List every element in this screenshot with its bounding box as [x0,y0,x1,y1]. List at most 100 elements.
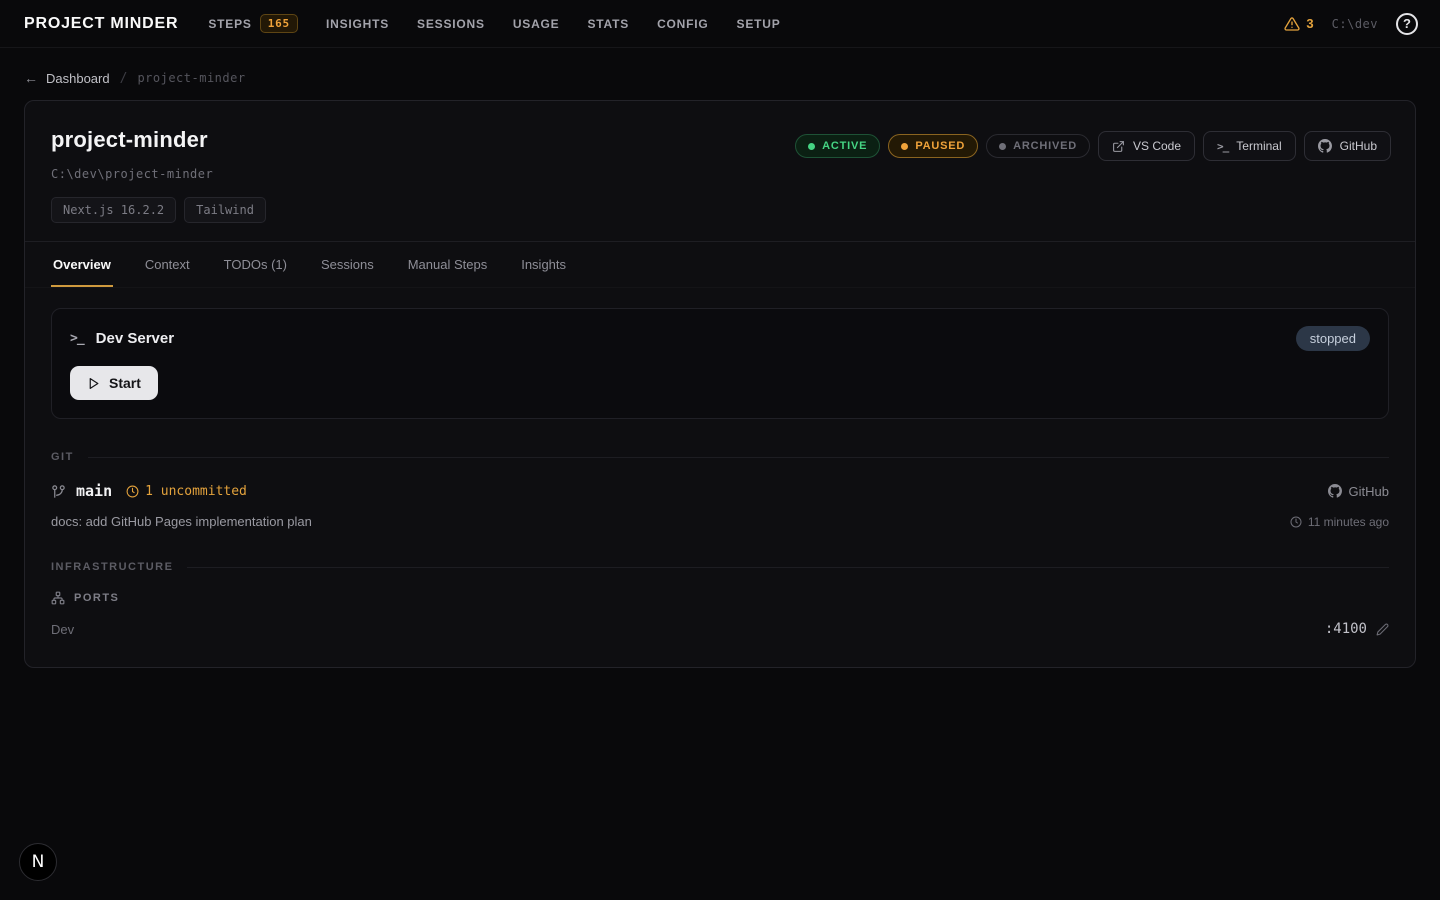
terminal-icon: >_ [70,331,84,346]
arrow-left-icon: ← [24,70,38,86]
nav-item-usage[interactable]: USAGE [513,17,560,31]
section-divider [187,567,1389,568]
git-branch-icon [51,484,66,499]
dev-server-header: >_ Dev Server stopped [70,326,1370,351]
status-toggle-active[interactable]: ACTIVE [795,134,880,158]
git-branch-name: main [76,482,112,500]
project-path: C:\dev\project-minder [51,167,266,181]
ports-label: PORTS [74,592,119,604]
dev-server-title: Dev Server [96,330,174,347]
github-icon [1328,484,1342,498]
breadcrumb-current: project-minder [137,71,245,85]
nav-item-label: STEPS [208,17,251,31]
tech-badge-nextjs: Next.js 16.2.2 [51,197,176,223]
top-bar: PROJECT MINDER STEPS 165 INSIGHTS SESSIO… [0,0,1440,48]
tab-manual-steps[interactable]: Manual Steps [406,242,490,287]
nav-item-setup[interactable]: SETUP [737,17,781,31]
start-button-label: Start [109,375,141,391]
nav-item-config[interactable]: CONFIG [657,17,708,31]
breadcrumb: ← Dashboard / project-minder [0,48,1440,100]
warning-count: 3 [1306,16,1313,31]
cwd-path: C:\dev [1332,17,1378,31]
uncommitted-indicator: 1 uncommitted [126,484,247,499]
project-card-header: project-minder C:\dev\project-minder Nex… [25,101,1415,241]
status-toggle-paused[interactable]: PAUSED [888,134,978,158]
status-label: ACTIVE [822,140,867,152]
vscode-button-label: VS Code [1133,139,1181,153]
clock-icon [126,485,139,498]
breadcrumb-back-label: Dashboard [46,71,110,86]
commit-message: docs: add GitHub Pages implementation pl… [51,514,312,529]
app-logo: PROJECT MINDER [24,15,178,33]
open-github-button[interactable]: GitHub [1304,131,1391,161]
nextjs-devtools-button[interactable]: N [19,843,57,881]
port-value: :4100 [1325,621,1367,637]
tab-insights[interactable]: Insights [519,242,568,287]
port-row-dev: Dev :4100 [51,621,1389,637]
tech-badges: Next.js 16.2.2 Tailwind [51,197,266,223]
uncommitted-count-label: 1 uncommitted [145,484,247,499]
github-remote-link[interactable]: GitHub [1328,484,1389,499]
topbar-right: 3 C:\dev ? [1284,13,1418,35]
git-section-header: GIT [51,451,1389,463]
steps-count-badge: 165 [260,14,298,33]
header-actions: ACTIVE PAUSED ARCHIVED VS Code >_ Termin… [795,127,1391,161]
breadcrumb-back-link[interactable]: ← Dashboard [24,70,110,86]
dev-server-status-badge: stopped [1296,326,1370,351]
clock-icon [1290,516,1302,528]
breadcrumb-separator: / [120,71,128,86]
dev-server-title-group: >_ Dev Server [70,330,174,347]
port-name: Dev [51,622,74,637]
tech-badge-tailwind: Tailwind [184,197,266,223]
git-branch-info: main 1 uncommitted [51,482,247,500]
commit-time-label: 11 minutes ago [1308,515,1389,529]
pencil-icon [1376,623,1389,636]
status-dot-icon [901,143,908,150]
section-divider [88,457,1389,458]
open-vscode-button[interactable]: VS Code [1098,131,1195,161]
overview-tab-content: >_ Dev Server stopped Start GIT [25,288,1415,667]
project-card: project-minder C:\dev\project-minder Nex… [24,100,1416,668]
tab-overview[interactable]: Overview [51,242,113,287]
question-mark-icon: ? [1403,16,1411,31]
github-button-label: GitHub [1340,139,1377,153]
status-label: ARCHIVED [1013,140,1077,152]
main-nav: STEPS 165 INSIGHTS SESSIONS USAGE STATS … [208,14,1284,33]
tab-sessions[interactable]: Sessions [319,242,376,287]
project-identity: project-minder C:\dev\project-minder Nex… [51,127,266,223]
page-title: project-minder [51,127,266,153]
infrastructure-section-label: INFRASTRUCTURE [51,561,173,573]
nav-item-sessions[interactable]: SESSIONS [417,17,485,31]
warning-triangle-icon [1284,16,1300,32]
tab-todos[interactable]: TODOs (1) [222,242,289,287]
warnings-indicator[interactable]: 3 [1284,16,1313,32]
git-section-label: GIT [51,451,74,463]
git-branch-row: main 1 uncommitted GitHub [51,482,1389,500]
status-dot-icon [999,143,1006,150]
port-value-group: :4100 [1325,621,1389,637]
nav-item-steps[interactable]: STEPS 165 [208,14,298,33]
github-icon [1318,139,1332,153]
status-toggle-archived[interactable]: ARCHIVED [986,134,1090,158]
terminal-icon: >_ [1217,140,1228,153]
latest-commit-row: docs: add GitHub Pages implementation pl… [51,514,1389,529]
nextjs-logo-icon: N [32,852,45,872]
dev-server-card: >_ Dev Server stopped Start [51,308,1389,419]
commit-timestamp: 11 minutes ago [1290,515,1389,529]
tab-context[interactable]: Context [143,242,192,287]
nav-item-stats[interactable]: STATS [588,17,630,31]
help-button[interactable]: ? [1396,13,1418,35]
tab-bar: Overview Context TODOs (1) Sessions Manu… [25,241,1415,288]
github-remote-label: GitHub [1349,484,1389,499]
edit-port-button[interactable] [1376,623,1389,636]
external-link-icon [1112,140,1125,153]
open-terminal-button[interactable]: >_ Terminal [1203,131,1296,161]
network-ports-icon [51,591,65,605]
play-icon [87,377,100,390]
infrastructure-section-header: INFRASTRUCTURE [51,561,1389,573]
status-label: PAUSED [915,140,965,152]
nav-item-insights[interactable]: INSIGHTS [326,17,389,31]
start-server-button[interactable]: Start [70,366,158,400]
ports-header: PORTS [51,591,1389,605]
status-dot-icon [808,143,815,150]
